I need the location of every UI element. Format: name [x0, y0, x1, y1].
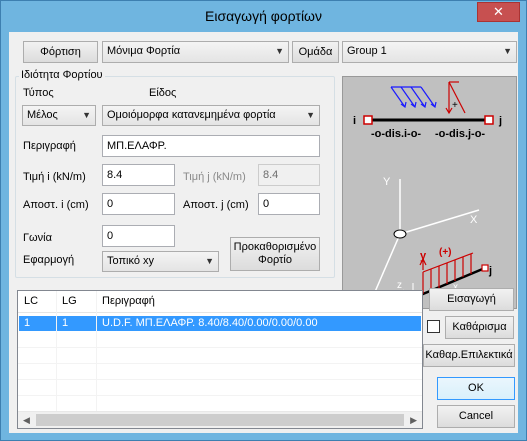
- loads-table[interactable]: LC LG Περιγραφή 1 1 U.D.F. ΜΠ.ΕΛΑΦΡ. 8.4…: [17, 290, 423, 429]
- chevron-down-icon: ▼: [503, 46, 512, 56]
- dialog-client: Φόρτιση Μόνιμα Φορτία ▼ Ομάδα Group 1 ▼ …: [9, 32, 518, 433]
- group-value: Group 1: [347, 45, 387, 57]
- insert-button[interactable]: Εισαγωγή: [429, 288, 514, 311]
- load-case-button[interactable]: Φόρτιση: [23, 41, 98, 63]
- value-i-label: Τιμή i (kN/m): [23, 171, 86, 183]
- column-lg[interactable]: LG: [62, 295, 77, 307]
- group-select[interactable]: Group 1 ▼: [342, 41, 517, 63]
- clear-button[interactable]: Καθάρισμα: [445, 316, 514, 339]
- value-j-label: Τιμή j (kN/m): [183, 171, 246, 183]
- load-diagram-svg: + i j -o-dis.i-o- -o-dis.j-o- Y X Z: [353, 81, 502, 308]
- apply-value: Τοπικό xy: [107, 255, 155, 267]
- scroll-thumb[interactable]: [36, 414, 404, 426]
- dist-i-label: Αποστ. i (cm): [23, 199, 89, 211]
- column-lc[interactable]: LC: [24, 295, 38, 307]
- grid-line: [18, 363, 422, 364]
- column-description[interactable]: Περιγραφή: [102, 295, 155, 307]
- node-i-square: [363, 115, 373, 125]
- type-label: Τύπος: [23, 87, 54, 99]
- value-j-input[interactable]: 8.4: [258, 164, 320, 186]
- predefined-load-line2: Φορτίο: [258, 254, 292, 266]
- diagram-label-j: j: [498, 115, 502, 127]
- ok-button[interactable]: OK: [437, 377, 515, 400]
- kind-select[interactable]: Ομοιόμορφα κατανεμημένα φορτία ▼: [102, 105, 320, 126]
- axis-X: X: [470, 214, 478, 226]
- type-value: Μέλος: [27, 109, 58, 121]
- title-bar[interactable]: Εισαγωγή φορτίων ✕: [1, 1, 526, 31]
- chevron-down-icon: ▼: [205, 256, 214, 266]
- dist-j-label: Αποστ. j (cm): [183, 199, 249, 211]
- kind-label: Είδος: [149, 87, 177, 99]
- angle-input[interactable]: 0: [102, 225, 175, 247]
- cell-lc: 1: [24, 317, 31, 329]
- load-diagram: + i j -o-dis.i-o- -o-dis.j-o- Y X Z: [342, 76, 517, 309]
- grid-line: [18, 347, 422, 348]
- horizontal-scrollbar[interactable]: ◀ ▶: [18, 411, 422, 428]
- window-title: Εισαγωγή φορτίων: [205, 8, 322, 24]
- cancel-button[interactable]: Cancel: [437, 405, 515, 428]
- chevron-down-icon: ▼: [275, 46, 284, 56]
- node-j-square: [484, 115, 494, 125]
- group-title: Ιδιότητα Φορτίου: [19, 69, 105, 81]
- diagram-plus-small: +: [452, 100, 458, 111]
- close-button[interactable]: ✕: [477, 2, 520, 22]
- grid-vline: [96, 291, 97, 411]
- chevron-down-icon: ▼: [82, 110, 91, 120]
- clear-selective-button[interactable]: Καθαρ.Επιλεκτικά: [423, 344, 515, 367]
- diagram-dis-j: -o-dis.j-o-: [435, 128, 485, 140]
- load-case-value: Μόνιμα Φορτία: [107, 45, 181, 57]
- scroll-right-icon[interactable]: ▶: [410, 415, 417, 426]
- predefined-load-line1: Προκαθορισμένο: [233, 241, 317, 253]
- kind-value: Ομοιόμορφα κατανεμημένα φορτία: [107, 109, 276, 121]
- local-y-label: y: [420, 250, 427, 262]
- scroll-left-icon[interactable]: ◀: [23, 415, 30, 426]
- local-node-j: [481, 264, 489, 272]
- diagram-label-i: i: [353, 115, 356, 127]
- apply-label: Εφαρμογή: [23, 254, 75, 266]
- axis-Y: Y: [383, 176, 391, 188]
- value-i-input[interactable]: 8.4: [102, 164, 175, 186]
- clear-checkbox[interactable]: [427, 320, 440, 333]
- close-icon: ✕: [493, 4, 504, 19]
- dist-j-input[interactable]: 0: [258, 193, 320, 215]
- cell-description: U.D.F. ΜΠ.ΕΛΑΦΡ. 8.40/8.40/0.00/0.00/0.0…: [102, 317, 318, 329]
- table-header: LC LG Περιγραφή: [18, 291, 422, 313]
- chevron-down-icon: ▼: [306, 110, 315, 120]
- dist-i-input[interactable]: 0: [102, 193, 175, 215]
- origin-marker: [393, 229, 407, 239]
- grid-vline: [56, 291, 57, 411]
- diagram-dis-i: -o-dis.i-o-: [371, 128, 421, 140]
- apply-select[interactable]: Τοπικό xy ▼: [102, 251, 219, 272]
- grid-line: [18, 379, 422, 380]
- group-button[interactable]: Ομάδα: [292, 41, 339, 63]
- plus-label: (+): [439, 247, 452, 258]
- description-input[interactable]: ΜΠ.ΕΛΑΦΡ.: [102, 135, 320, 157]
- angle-label: Γωνία: [23, 232, 52, 244]
- local-node-j-label: j: [488, 265, 492, 277]
- cell-lg: 1: [62, 317, 69, 329]
- global-axes: [370, 179, 480, 302]
- type-select[interactable]: Μέλος ▼: [22, 105, 96, 126]
- load-case-select[interactable]: Μόνιμα Φορτία ▼: [102, 41, 289, 63]
- grid-line: [18, 395, 422, 396]
- predefined-load-button[interactable]: Προκαθορισμένο Φορτίο: [230, 237, 320, 271]
- blue-load-arrows: [390, 86, 437, 109]
- table-row[interactable]: 1 1 U.D.F. ΜΠ.ΕΛΑΦΡ. 8.40/8.40/0.00/0.00…: [19, 316, 421, 331]
- description-label: Περιγραφή: [23, 140, 76, 152]
- dialog-window: Εισαγωγή φορτίων ✕ Φόρτιση Μόνιμα Φορτία…: [0, 0, 527, 441]
